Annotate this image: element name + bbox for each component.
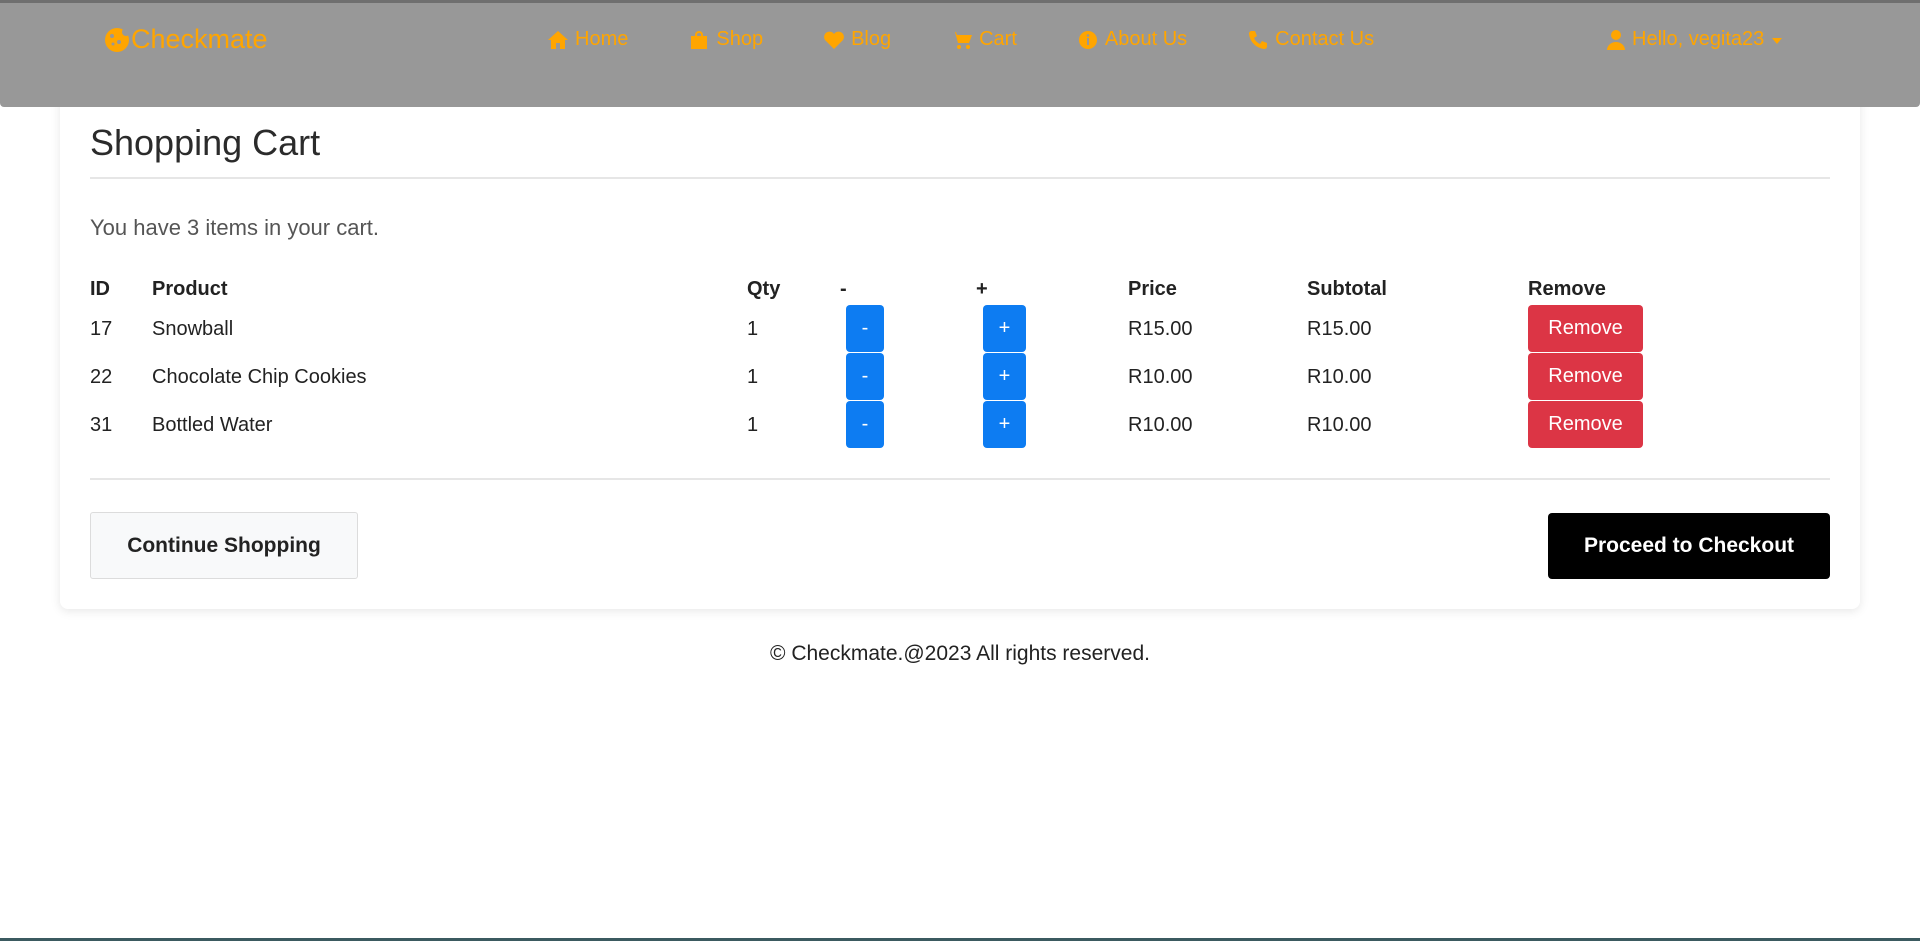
row-product: Bottled Water <box>152 414 273 436</box>
user-greeting: Hello, vegita23 <box>1632 28 1765 50</box>
brand-name: Checkmate <box>131 24 268 54</box>
brand-link[interactable]: Checkmate <box>104 24 268 55</box>
header-product: Product <box>152 278 228 300</box>
increase-qty-button[interactable]: + <box>983 401 1026 448</box>
row-product: Chocolate Chip Cookies <box>152 366 367 388</box>
row-id: 22 <box>90 366 113 388</box>
decrease-qty-button[interactable]: - <box>846 401 884 448</box>
navbar-top-strip <box>0 0 1920 3</box>
continue-shopping-button[interactable]: Continue Shopping <box>90 512 358 579</box>
decrease-qty-button[interactable]: - <box>846 353 884 400</box>
nav-link-label: Shop <box>716 28 764 50</box>
header-increase: + <box>976 278 988 300</box>
row-subtotal: R10.00 <box>1307 366 1372 388</box>
header-remove: Remove <box>1528 278 1606 300</box>
row-product: Snowball <box>152 318 234 340</box>
nav-link-cart[interactable]: Cart <box>951 28 1017 51</box>
cart-item-count-message: You have 3 items in your cart. <box>90 215 380 240</box>
header-price: Price <box>1128 278 1177 300</box>
increase-qty-button[interactable]: + <box>983 353 1026 400</box>
shopping-bag-icon <box>691 30 708 49</box>
page-title: Shopping Cart <box>90 122 321 163</box>
header-id: ID <box>90 278 110 300</box>
header-qty: Qty <box>747 278 781 300</box>
nav-link-label: Home <box>575 28 629 50</box>
decrease-qty-button[interactable]: - <box>846 305 884 352</box>
user-menu-toggle[interactable]: Hello, vegita23 <box>1607 28 1783 51</box>
nav-link-about[interactable]: About Us <box>1077 28 1187 51</box>
divider <box>90 177 1830 179</box>
user-icon <box>1607 29 1625 50</box>
cookie-icon <box>105 27 130 52</box>
chevron-down-icon <box>1772 37 1783 44</box>
proceed-to-checkout-button[interactable]: Proceed to Checkout <box>1548 513 1830 579</box>
row-qty: 1 <box>747 414 759 436</box>
header-subtotal: Subtotal <box>1307 278 1387 300</box>
footer: © Checkmate.@2023 All rights reserved. <box>0 642 1920 666</box>
nav-link-label: About Us <box>1104 28 1188 50</box>
row-subtotal: R10.00 <box>1307 414 1372 436</box>
nav-link-contact[interactable]: Contact Us <box>1247 28 1374 51</box>
row-price: R10.00 <box>1128 366 1193 388</box>
nav-link-blog[interactable]: Blog <box>823 28 891 51</box>
heart-icon <box>824 31 844 49</box>
phone-icon <box>1249 30 1268 49</box>
row-id: 17 <box>90 318 113 340</box>
nav-link-label: Cart <box>979 28 1017 50</box>
cart-icon <box>951 31 973 49</box>
row-price: R10.00 <box>1128 414 1193 436</box>
nav-link-label: Blog <box>851 28 892 50</box>
increase-qty-button[interactable]: + <box>983 305 1026 352</box>
nav-link-shop[interactable]: Shop <box>688 28 763 51</box>
info-icon <box>1078 30 1097 49</box>
remove-item-button[interactable]: Remove <box>1528 305 1643 352</box>
header-decrease: - <box>840 278 847 300</box>
footer-copyright: © Checkmate.@2023 All rights reserved. <box>770 642 1150 665</box>
navbar: Checkmate Home Shop Blog Cart About Us C… <box>0 0 1920 107</box>
row-subtotal: R15.00 <box>1307 318 1372 340</box>
divider <box>90 478 1830 480</box>
row-id: 31 <box>90 414 113 436</box>
home-icon <box>548 30 568 49</box>
row-qty: 1 <box>747 318 759 340</box>
row-qty: 1 <box>747 366 759 388</box>
nav-link-home[interactable]: Home <box>547 28 628 51</box>
nav-link-label: Contact Us <box>1275 28 1375 50</box>
nav-links: Home Shop Blog Cart About Us Contact Us <box>547 28 1374 51</box>
remove-item-button[interactable]: Remove <box>1528 353 1643 400</box>
remove-item-button[interactable]: Remove <box>1528 401 1643 448</box>
row-price: R15.00 <box>1128 318 1193 340</box>
